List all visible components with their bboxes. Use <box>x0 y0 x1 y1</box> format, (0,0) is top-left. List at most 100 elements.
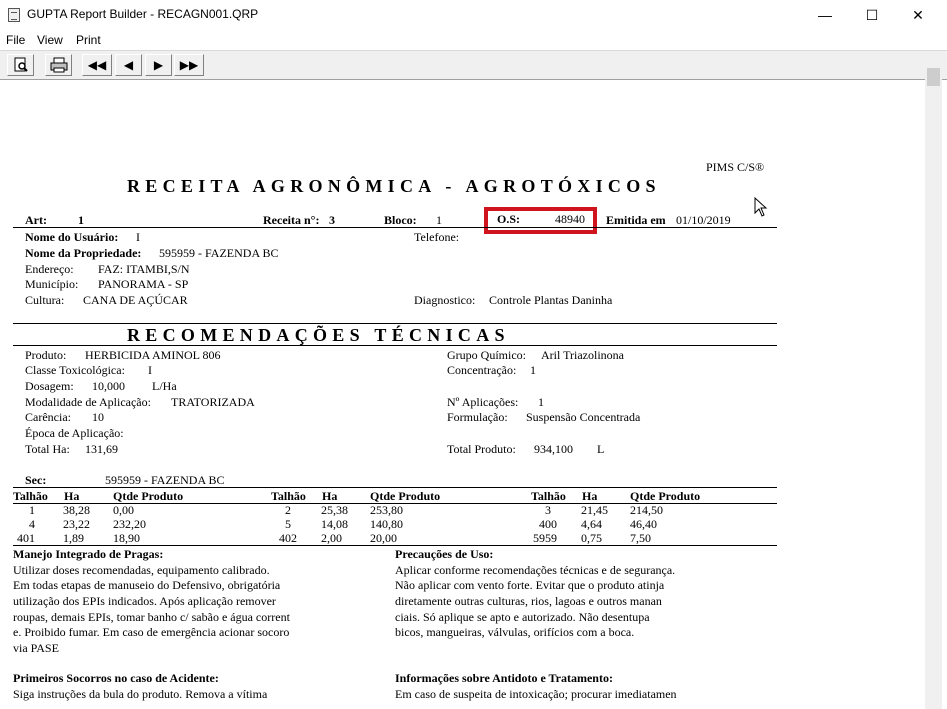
col-talhao-3: Talhão <box>531 489 566 503</box>
cell-ha: 25,38 <box>321 503 348 517</box>
formulacao-label: Formulação: <box>447 410 508 424</box>
menu-print[interactable]: Print <box>76 33 101 47</box>
divider <box>13 227 777 228</box>
socorros-line: Siga instruções da bula do produto. Remo… <box>13 687 268 701</box>
propriedade-value: 595959 - FAZENDA BC <box>159 246 279 260</box>
aplicacoes-label: Nº Aplicações: <box>447 395 519 409</box>
antidoto-line: Em caso de suspeita de intoxicação; proc… <box>395 687 677 701</box>
concentracao-value: 1 <box>530 363 536 377</box>
cultura-value: CANA DE AÇÚCAR <box>83 293 188 307</box>
totalprod-unit: L <box>597 442 605 456</box>
socorros-title: Primeiros Socorros no caso de Acidente: <box>13 671 219 685</box>
receita-value: 3 <box>329 213 335 227</box>
epoca-label: Época de Aplicação: <box>25 426 124 440</box>
mouse-cursor-icon <box>754 197 768 217</box>
bloco-value: 1 <box>436 213 442 227</box>
close-button[interactable]: ✕ <box>895 0 941 30</box>
window-title: GUPTA Report Builder - RECAGN001.QRP <box>27 7 259 21</box>
emitida-label: Emitida em <box>606 213 666 227</box>
cell-talhao: 4 <box>29 517 35 531</box>
precaucoes-line: diretamente outras culturas, rios, lagoa… <box>395 594 662 608</box>
col-qtde-1: Qtde Produto <box>113 489 184 503</box>
carencia-value: 10 <box>92 410 104 424</box>
art-label: Art: <box>25 213 47 227</box>
col-ha-2: Ha <box>322 489 338 503</box>
os-label: O.S: <box>497 212 521 226</box>
endereco-value: FAZ: ITAMBI,S/N <box>98 262 190 276</box>
previous-page-button[interactable]: ◀ <box>115 54 142 76</box>
cell-qtde: 18,90 <box>113 531 140 545</box>
grupo-label: Grupo Químico: <box>447 348 526 362</box>
cell-talhao: 3 <box>545 503 551 517</box>
propriedade-label: Nome da Propriedade: <box>25 246 142 260</box>
precaucoes-line: bicos, mangueiras, válvulas, orifícios c… <box>395 625 635 639</box>
cell-ha: 1,89 <box>63 531 84 545</box>
cell-ha: 0,75 <box>581 531 602 545</box>
produto-value: HERBICIDA AMINOL 806 <box>85 348 221 362</box>
manejo-line: via PASE <box>13 641 59 655</box>
scrollbar-thumb[interactable] <box>927 68 940 86</box>
classe-value: I <box>148 363 152 377</box>
carencia-label: Carência: <box>25 410 71 424</box>
cultura-label: Cultura: <box>25 293 65 307</box>
cell-ha: 2,00 <box>321 531 342 545</box>
concentracao-label: Concentração: <box>447 363 517 377</box>
sec-value: 595959 - FAZENDA BC <box>105 473 225 487</box>
preview-button[interactable] <box>7 54 34 76</box>
cell-qtde: 253,80 <box>370 503 403 517</box>
report-page: PIMS C/S® RECEITA AGRONÔMICA - AGROTÓXIC… <box>0 81 925 709</box>
toolbar: ◀◀ ◀ ▶ ▶▶ <box>0 50 947 80</box>
precaucoes-title: Precauções de Uso: <box>395 547 494 561</box>
art-value: 1 <box>78 213 84 227</box>
cell-talhao: 402 <box>279 531 297 545</box>
manejo-line: Utilizar doses recomendadas, equipamento… <box>13 563 270 577</box>
minimize-button[interactable]: — <box>802 0 848 30</box>
manejo-line: Em todas etapas de manuseio do Defensivo… <box>13 578 281 592</box>
diagnostico-label: Diagnostico: <box>414 293 476 307</box>
title-bar: GUPTA Report Builder - RECAGN001.QRP — ☐… <box>0 0 947 30</box>
grupo-value: Aril Triazolinona <box>541 348 624 362</box>
telefone-label: Telefone: <box>414 230 460 244</box>
menu-view[interactable]: View <box>37 33 63 47</box>
manejo-line: utilização dos EPIs indicados. Após apli… <box>13 594 276 608</box>
first-page-button[interactable]: ◀◀ <box>82 54 112 76</box>
col-qtde-3: Qtde Produto <box>630 489 701 503</box>
dosagem-value: 10,000 <box>92 379 125 393</box>
totalha-value: 131,69 <box>85 442 118 456</box>
usuario-value: I <box>136 230 140 244</box>
cell-ha: 21,45 <box>581 503 608 517</box>
manejo-line: e. Proibido fumar. Em caso de emergência… <box>13 625 290 639</box>
precaucoes-line: Não aplicar com vento forte. Evitar que … <box>395 578 665 592</box>
aplicacoes-value: 1 <box>538 395 544 409</box>
cell-qtde: 7,50 <box>630 531 651 545</box>
classe-label: Classe Toxicológica: <box>25 363 125 377</box>
municipio-value: PANORAMA - SP <box>98 277 189 291</box>
vertical-scrollbar[interactable] <box>925 66 942 709</box>
cell-qtde: 140,80 <box>370 517 403 531</box>
municipio-label: Município: <box>25 277 79 291</box>
printer-icon <box>50 57 67 73</box>
last-page-button[interactable]: ▶▶ <box>174 54 204 76</box>
divider <box>13 323 777 324</box>
cell-qtde: 232,20 <box>113 517 146 531</box>
col-ha-1: Ha <box>64 489 80 503</box>
cell-talhao: 2 <box>285 503 291 517</box>
cell-qtde: 214,50 <box>630 503 663 517</box>
menu-file[interactable]: File <box>6 33 25 47</box>
maximize-button[interactable]: ☐ <box>849 0 895 30</box>
emitida-value: 01/10/2019 <box>676 213 731 227</box>
print-button[interactable] <box>45 54 72 76</box>
page-preview-icon <box>14 57 28 72</box>
cell-ha: 38,28 <box>63 503 90 517</box>
next-page-button[interactable]: ▶ <box>145 54 172 76</box>
app-report-icon[interactable] <box>8 8 20 22</box>
manejo-title: Manejo Integrado de Pragas: <box>13 547 164 561</box>
divider <box>13 545 777 546</box>
precaucoes-line: Aplicar conforme recomendações técnicas … <box>395 563 676 577</box>
receita-label: Receita n°: <box>263 213 320 227</box>
cell-talhao: 400 <box>539 517 557 531</box>
col-talhao-1: Talhão <box>13 489 48 503</box>
bloco-label: Bloco: <box>384 213 417 227</box>
cell-talhao: 1 <box>29 503 35 517</box>
menu-bar: File View Print <box>0 31 947 49</box>
